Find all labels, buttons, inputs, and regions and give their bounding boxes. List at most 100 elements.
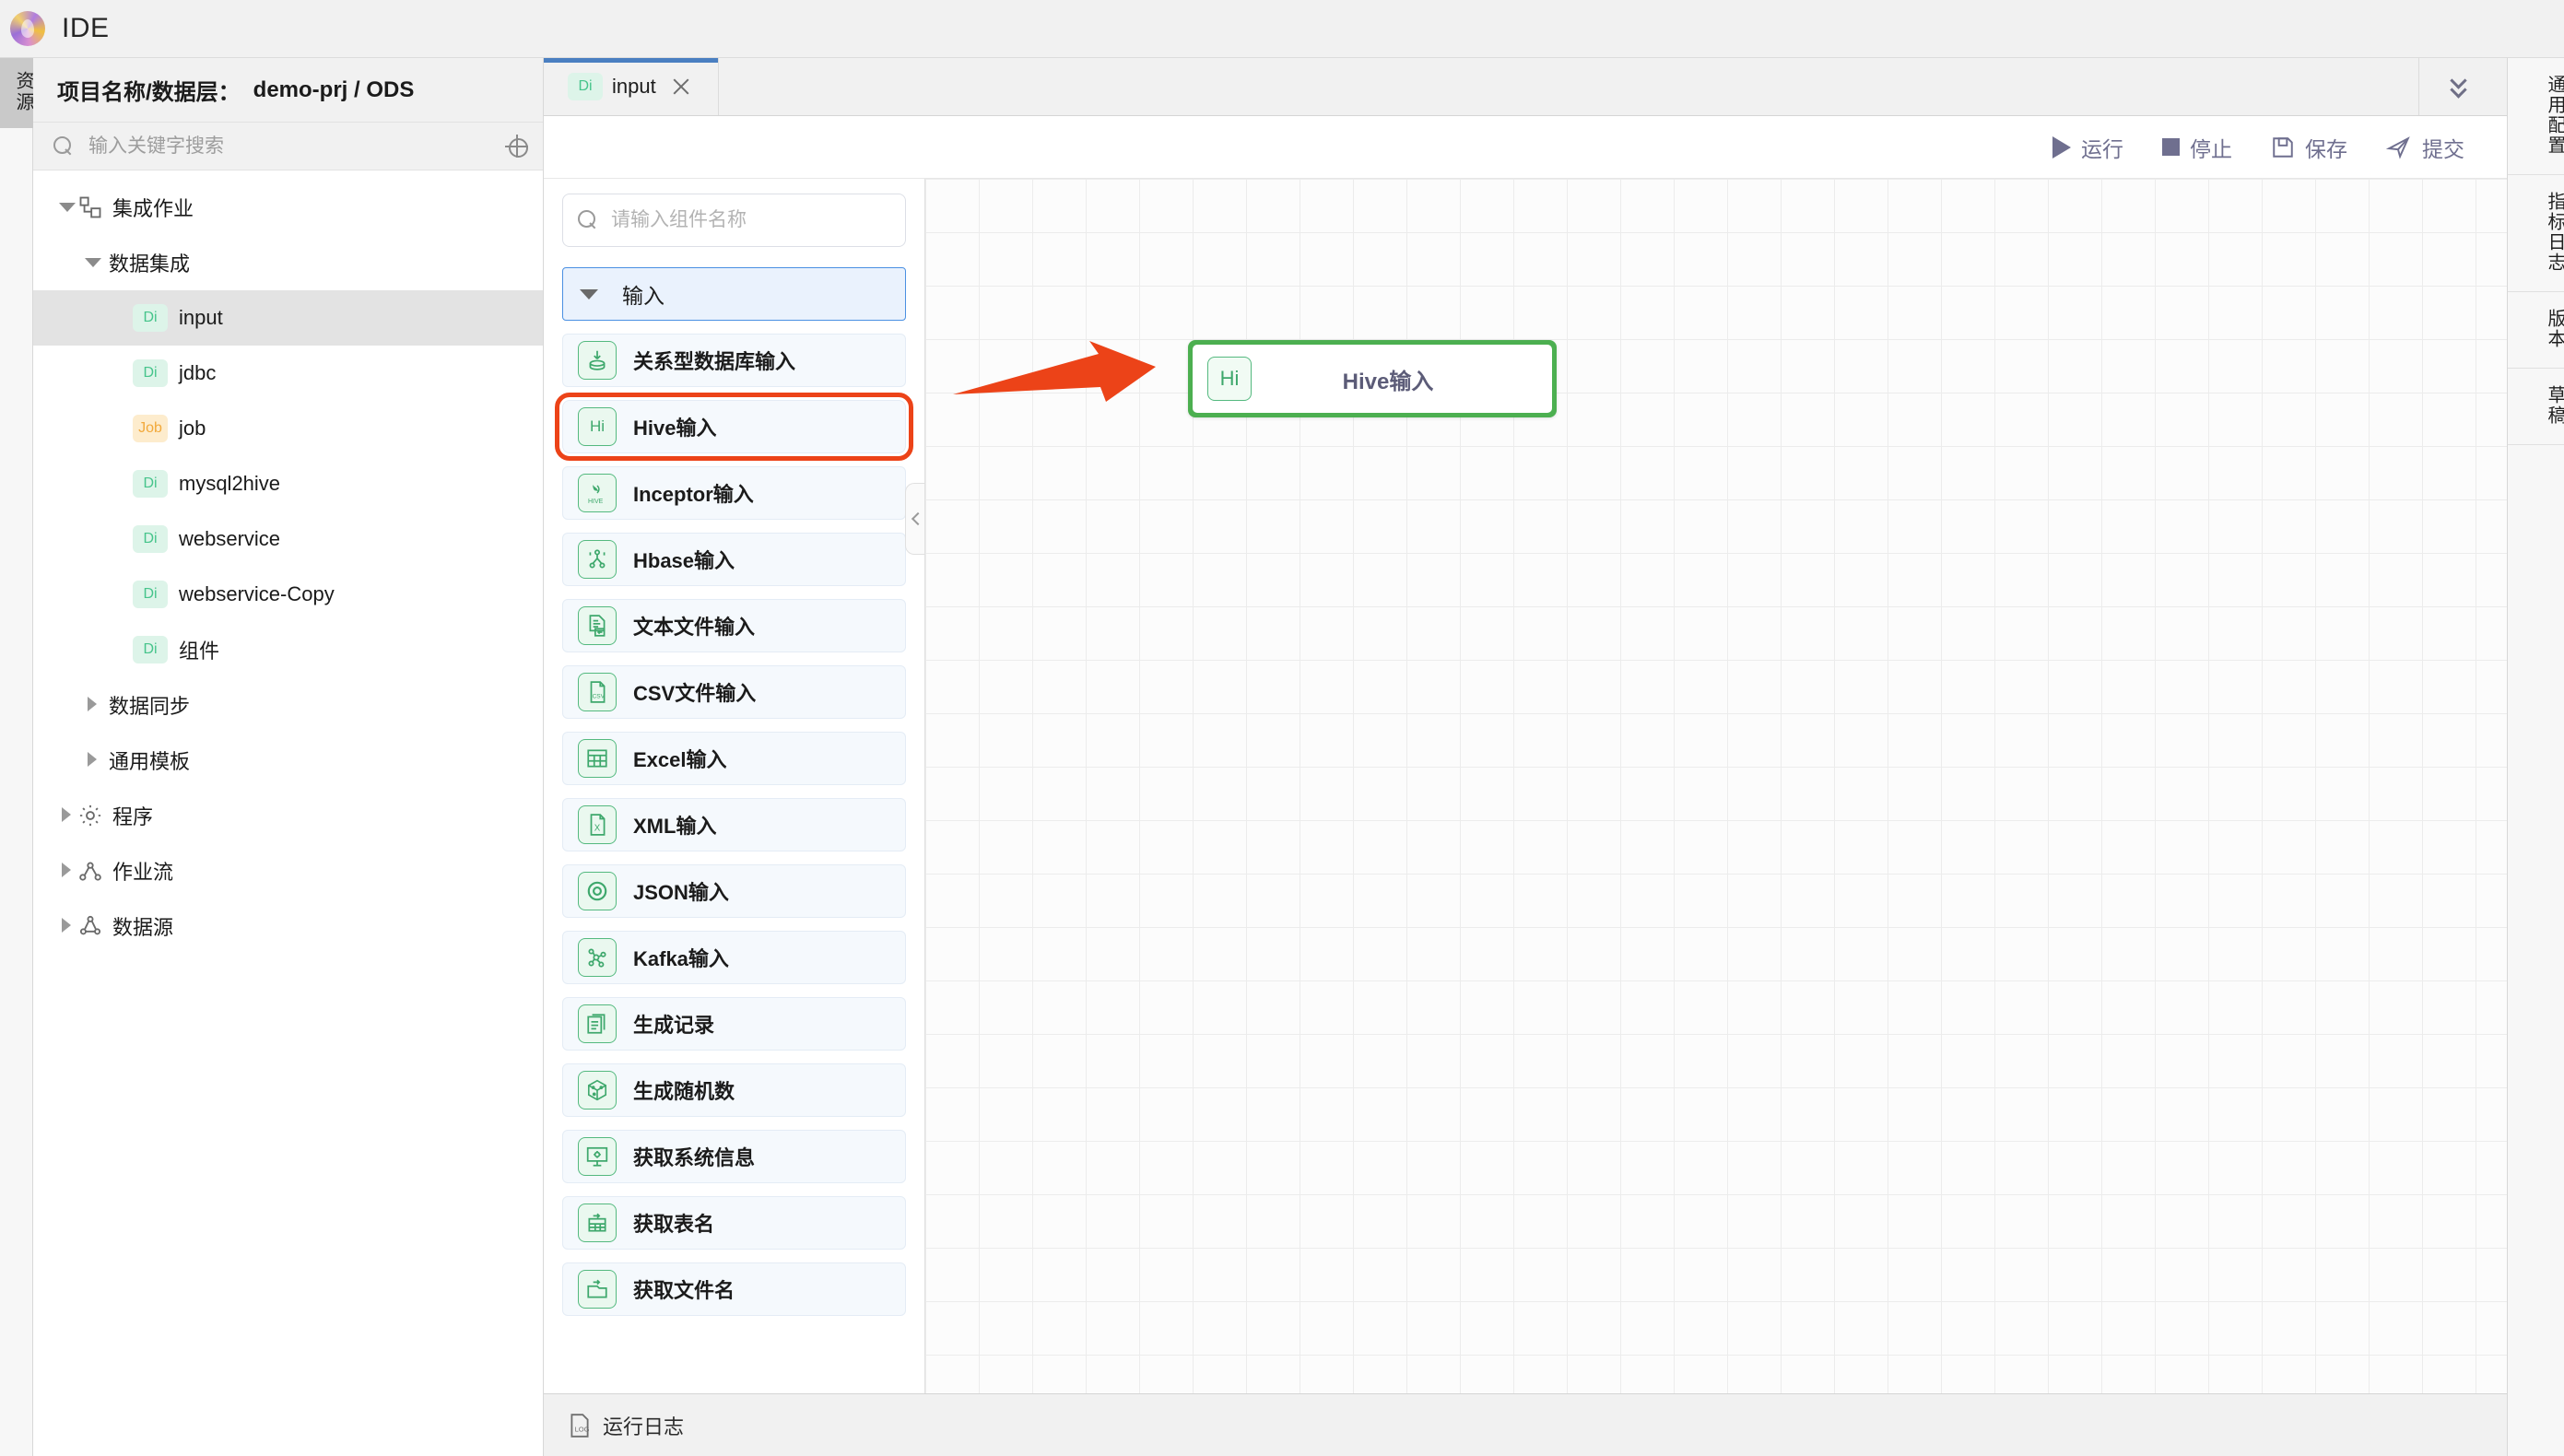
project-value: demo-prj / ODS (253, 76, 415, 102)
palette-item-label: 文本文件输入 (633, 616, 756, 639)
tree-item-程序[interactable]: 程序 (33, 788, 543, 843)
palette-item-label: CSV文件输入 (633, 682, 757, 705)
tree-item-label: 数据同步 (109, 695, 191, 718)
caret-right-icon[interactable] (57, 805, 77, 826)
double-chevron-down-icon[interactable] (2418, 58, 2507, 115)
play-icon (2052, 135, 2071, 159)
tree-item-input[interactable]: Di input (33, 290, 543, 346)
caret-right-icon[interactable] (83, 750, 103, 770)
table-name-icon (578, 1204, 617, 1242)
left-rail: 资源 (0, 58, 33, 1456)
tree-item-webservice-Copy[interactable]: Di webservice-Copy (33, 567, 543, 622)
chevron-down-icon (580, 288, 598, 299)
tree-item-数据源[interactable]: 数据源 (33, 898, 543, 954)
right-rail: 通用配置 指标日志 版本 草稿 (2507, 58, 2564, 1456)
palette-item-Inceptor输入[interactable]: HIVE Inceptor输入 (562, 466, 906, 520)
submit-icon (2386, 135, 2412, 159)
tree-item-jdbc[interactable]: Di jdbc (33, 346, 543, 401)
hive-icon: Hi (578, 407, 617, 446)
resource-tree: 集成作业 数据集成 Di input Di jdbc Job job Di mysql2hive D… (33, 170, 543, 954)
tree-item-mysql2hive[interactable]: Di mysql2hive (33, 456, 543, 511)
flow-canvas[interactable]: Hi Hive输入 (925, 179, 2507, 1393)
palette-item-label: 生成记录 (633, 1014, 715, 1037)
log-file-icon: LOG (570, 1413, 590, 1438)
tree-item-作业流[interactable]: 作业流 (33, 843, 543, 898)
submit-button[interactable]: 提交 (2386, 132, 2464, 163)
run-button[interactable]: 运行 (2052, 132, 2123, 163)
palette-item-获取文件名[interactable]: 获取文件名 (562, 1262, 906, 1316)
caret-down-icon[interactable] (57, 197, 77, 217)
tree-item-集成作业[interactable]: 集成作业 (33, 180, 543, 235)
json-icon (578, 872, 617, 910)
palette-item-获取系统信息[interactable]: 获取系统信息 (562, 1130, 906, 1183)
right-rail-tab-指标日志[interactable]: 指标日志 (2508, 175, 2564, 292)
workflow-icon (79, 862, 101, 881)
svg-text:X: X (594, 824, 601, 834)
tree-item-数据集成[interactable]: 数据集成 (33, 235, 543, 290)
palette-item-Hbase输入[interactable]: Hbase输入 (562, 533, 906, 586)
tree-item-label: mysql2hive (179, 472, 281, 495)
red-arrow-annotation (953, 341, 1156, 402)
right-rail-tab-版本[interactable]: 版本 (2508, 292, 2564, 369)
palette-item-获取表名[interactable]: 获取表名 (562, 1196, 906, 1250)
palette-item-XML输入[interactable]: X XML输入 (562, 798, 906, 851)
table-grid-icon (578, 739, 617, 778)
caret-placeholder (109, 584, 129, 605)
palette-item-Hive输入[interactable]: Hi Hive输入 (555, 393, 913, 461)
app-titlebar: IDE (0, 0, 2564, 58)
tree-badge-job: Job (133, 415, 168, 442)
right-rail-tab-草稿[interactable]: 草稿 (2508, 369, 2564, 445)
component-search-input[interactable] (609, 208, 890, 232)
caret-right-icon[interactable] (57, 861, 77, 881)
stop-button[interactable]: 停止 (2162, 132, 2232, 163)
right-rail-tab-通用配置[interactable]: 通用配置 (2508, 58, 2564, 175)
xml-file-icon: X (578, 805, 617, 844)
explorer-search-input[interactable] (87, 134, 505, 159)
palette-item-文本文件输入[interactable]: 文本文件输入 (562, 599, 906, 652)
tree-item-label: webservice (179, 527, 281, 550)
gear-icon (79, 804, 101, 827)
tree-badge-di: Di (133, 304, 168, 332)
inceptor-hive-icon: HIVE (578, 474, 617, 512)
locate-icon[interactable] (505, 135, 528, 158)
palette-item-Kafka输入[interactable]: Kafka输入 (562, 931, 906, 984)
tree-item-数据同步[interactable]: 数据同步 (33, 677, 543, 733)
tree-item-job[interactable]: Job job (33, 401, 543, 456)
tree-item-webservice[interactable]: Di webservice (33, 511, 543, 567)
palette-item-label: 获取文件名 (633, 1279, 735, 1302)
tree-item-label: 集成作业 (112, 197, 194, 220)
app-title: IDE (62, 13, 110, 43)
caret-right-icon[interactable] (57, 916, 77, 936)
save-button[interactable]: 保存 (2271, 132, 2347, 163)
palette-item-JSON输入[interactable]: JSON输入 (562, 864, 906, 918)
palette-item-生成随机数[interactable]: 生成随机数 (562, 1063, 906, 1117)
component-search (562, 194, 906, 247)
palette-item-label: Hbase输入 (633, 549, 735, 572)
palette-collapse-handle[interactable] (905, 483, 924, 555)
flow-node-hive-input[interactable]: Hi Hive输入 (1188, 340, 1557, 417)
close-icon[interactable] (671, 76, 691, 97)
project-header: 项目名称/数据层： demo-prj / ODS (33, 58, 543, 123)
palette-item-Excel输入[interactable]: Excel输入 (562, 732, 906, 785)
palette-group-input[interactable]: 输入 (562, 267, 906, 321)
tree-item-组件[interactable]: Di 组件 (33, 622, 543, 677)
tree-item-通用模板[interactable]: 通用模板 (33, 733, 543, 788)
tree-item-label: 作业流 (112, 861, 174, 884)
rail-tab-resources[interactable]: 资源 (0, 58, 33, 128)
palette-item-label: 获取表名 (633, 1213, 715, 1236)
palette-item-关系型数据库输入[interactable]: 关系型数据库输入 (562, 334, 906, 387)
run-log-bar[interactable]: LOG 运行日志 (544, 1393, 2507, 1456)
palette-item-label: 关系型数据库输入 (633, 350, 796, 373)
tree-item-label: job (179, 417, 206, 440)
explorer-searchbar (33, 123, 543, 170)
submit-label: 提交 (2422, 136, 2464, 161)
caret-down-icon[interactable] (83, 252, 103, 273)
palette-item-生成记录[interactable]: 生成记录 (562, 997, 906, 1051)
svg-text:HIVE: HIVE (588, 499, 604, 505)
palette-item-label: 获取系统信息 (633, 1146, 756, 1169)
caret-right-icon[interactable] (83, 695, 103, 715)
palette-item-CSV文件输入[interactable]: CSV CSV文件输入 (562, 665, 906, 719)
component-palette: 输入 关系型数据库输入 Hi Hive输入 HIVE Inceptor输入 Hbase输入… (544, 179, 925, 1393)
run-log-label: 运行日志 (603, 1415, 685, 1438)
editor-tab-input[interactable]: Di input (544, 58, 719, 115)
